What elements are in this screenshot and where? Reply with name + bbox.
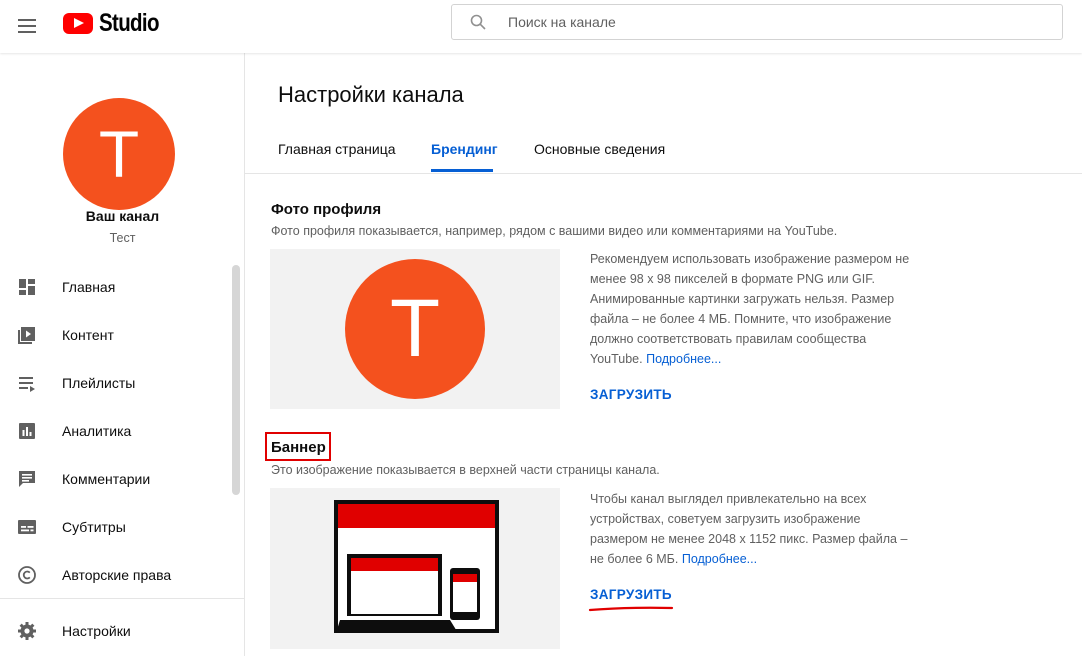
logo-text: Studio xyxy=(99,8,159,37)
tab-basic-info[interactable]: Основные сведения xyxy=(534,128,665,172)
sidebar-item-label: Комментарии xyxy=(62,471,151,487)
banner-preview xyxy=(270,488,560,649)
page-title: Настройки канала xyxy=(278,82,464,107)
sidebar-item-dashboard[interactable]: Главная xyxy=(0,263,232,311)
settings-icon xyxy=(18,622,36,640)
comments-icon xyxy=(19,471,35,487)
banner-more-link[interactable]: Подробнее... xyxy=(682,552,757,566)
active-tab-indicator xyxy=(431,169,493,172)
profile-photo-info-text: Рекомендуем использовать изображение раз… xyxy=(590,252,910,366)
studio-logo[interactable]: Studio xyxy=(63,8,172,38)
banner-upload-button[interactable]: ЗАГРУЗИТЬ xyxy=(590,587,672,602)
profile-more-link[interactable]: Подробнее... xyxy=(646,352,721,366)
profile-photo-description: Фото профиля показывается, например, ряд… xyxy=(271,224,838,238)
upload-underline-annotation xyxy=(588,606,674,612)
channel-name: Ваш канал xyxy=(85,208,160,224)
sidebar-item-settings[interactable]: Настройки xyxy=(0,607,232,655)
sidebar-item-label: Субтитры xyxy=(62,519,126,535)
devices-illustration xyxy=(334,500,499,633)
youtube-play-icon xyxy=(63,12,93,34)
search-box[interactable] xyxy=(451,4,1063,40)
analytics-icon xyxy=(19,423,35,439)
banner-description: Это изображение показывается в верхней ч… xyxy=(271,463,660,477)
tab-home-page[interactable]: Главная страница xyxy=(278,128,396,172)
search-input[interactable] xyxy=(506,13,1010,31)
sidebar-divider xyxy=(0,598,244,599)
copyright-icon xyxy=(18,566,36,584)
sidebar-item-label: Плейлисты xyxy=(62,375,136,391)
sidebar-item-copyright[interactable]: Авторские права xyxy=(0,551,232,599)
sidebar-item-label: Настройки xyxy=(62,623,131,639)
tab-branding[interactable]: Брендинг xyxy=(431,128,498,172)
profile-photo-info: Рекомендуем использовать изображение раз… xyxy=(590,249,920,369)
profile-photo-preview: T xyxy=(270,249,560,409)
profile-photo-title: Фото профиля xyxy=(271,201,382,218)
sidebar-item-label: Авторские права xyxy=(62,567,172,583)
dashboard-icon xyxy=(19,279,35,295)
profile-avatar-image: T xyxy=(345,259,485,399)
sidebar-item-comments[interactable]: Комментарии xyxy=(0,455,232,503)
banner-title: Баннер xyxy=(271,439,326,456)
sidebar-item-content[interactable]: Контент xyxy=(0,311,232,359)
top-bar: Studio xyxy=(0,0,1082,53)
playlists-icon xyxy=(19,377,35,392)
sidebar-scrollbar[interactable] xyxy=(232,265,240,495)
sidebar-item-label: Аналитика xyxy=(62,423,132,439)
channel-avatar[interactable]: T xyxy=(63,98,175,210)
channel-handle: Тест xyxy=(109,231,136,245)
sidebar-item-subtitles[interactable]: Субтитры xyxy=(0,503,232,551)
sidebar-item-playlists[interactable]: Плейлисты xyxy=(0,359,232,407)
sidebar: T Ваш канал Тест Главная Контент Плейлис… xyxy=(0,53,245,656)
profile-upload-button[interactable]: ЗАГРУЗИТЬ xyxy=(590,387,672,402)
sidebar-item-label: Главная xyxy=(62,279,116,295)
content-icon xyxy=(18,327,35,344)
banner-info: Чтобы канал выглядел привлекательно на в… xyxy=(590,489,920,569)
tab-bar: Главная страница Брендинг Основные сведе… xyxy=(245,128,1082,174)
subtitles-icon xyxy=(18,520,36,534)
sidebar-item-analytics[interactable]: Аналитика xyxy=(0,407,232,455)
search-icon xyxy=(470,14,486,30)
sidebar-item-label: Контент xyxy=(62,327,114,343)
menu-icon[interactable] xyxy=(16,14,38,38)
